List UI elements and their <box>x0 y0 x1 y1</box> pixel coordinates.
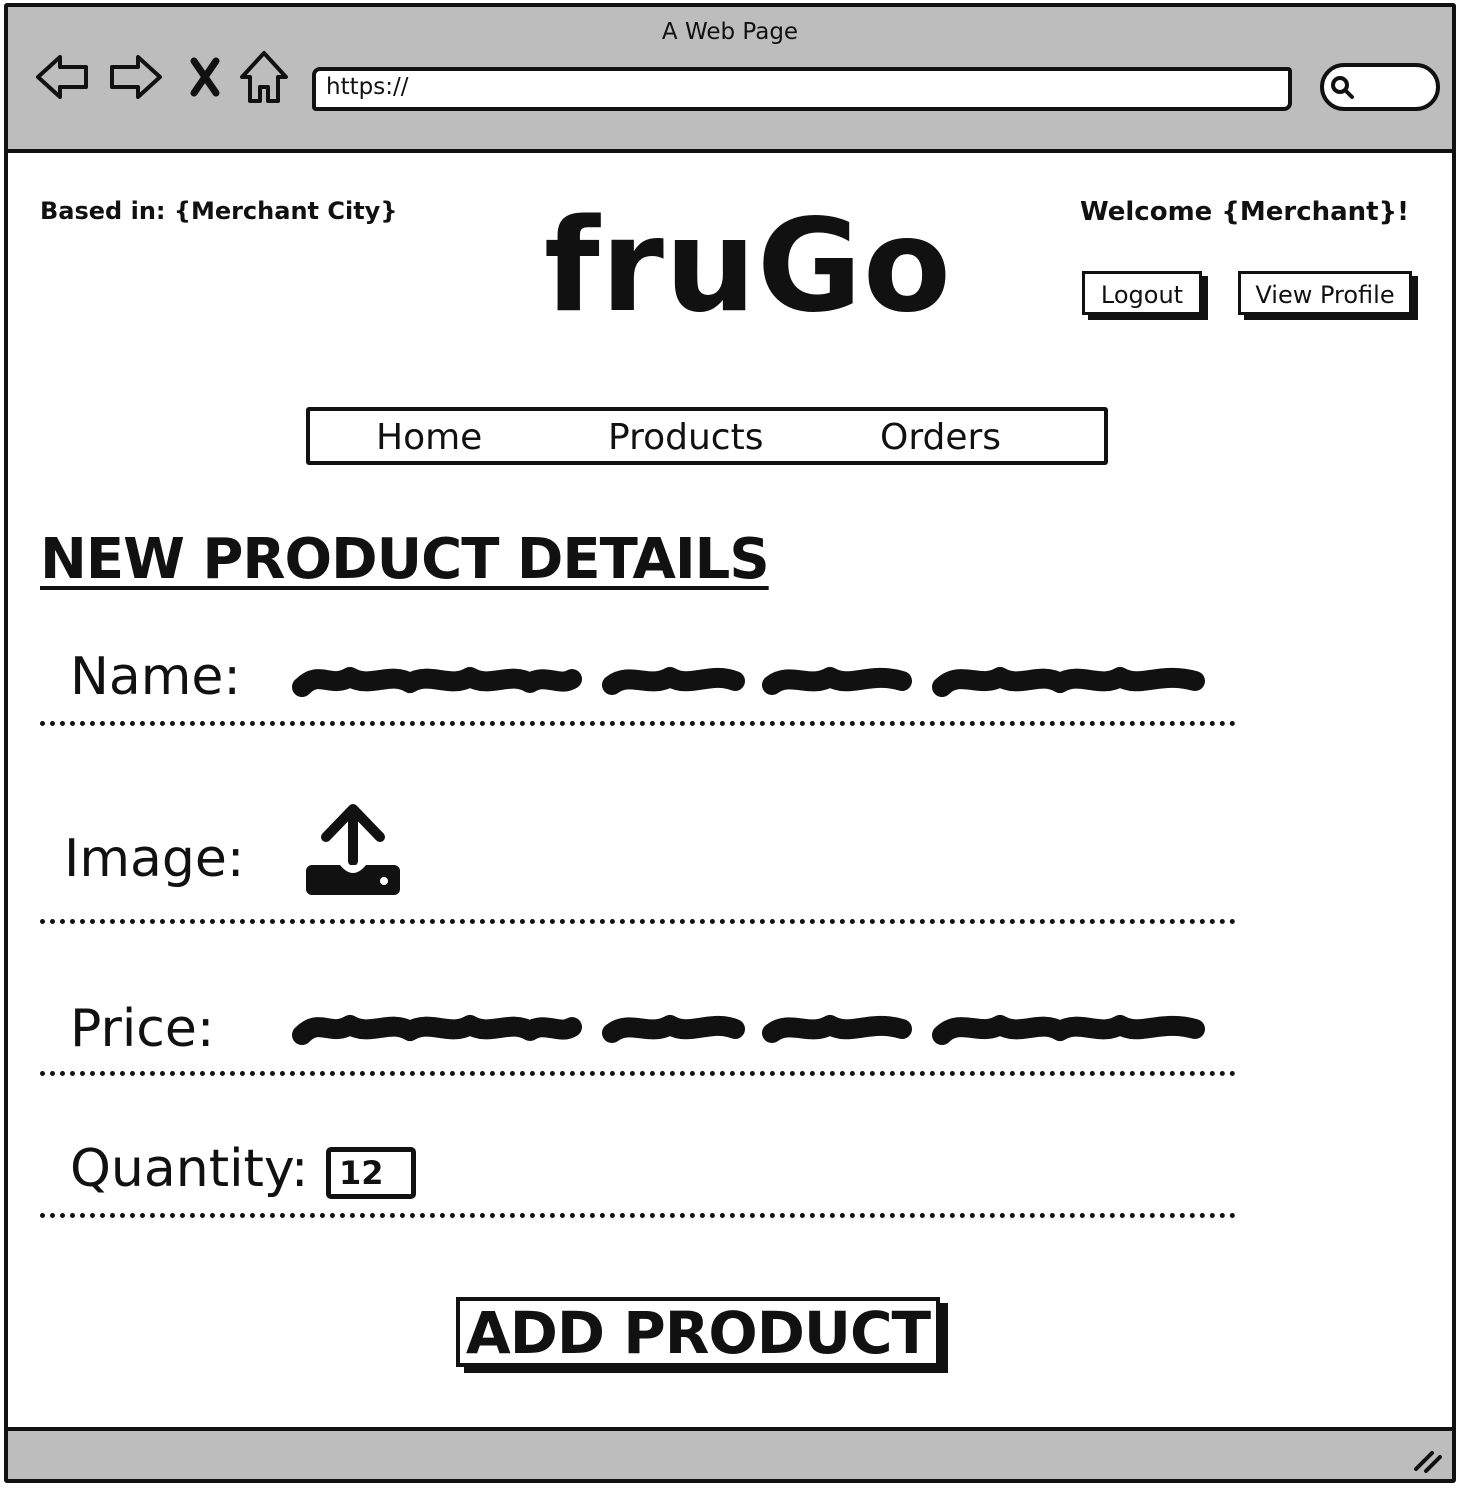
arrow-left-icon[interactable] <box>32 49 92 105</box>
search-input[interactable] <box>1320 63 1440 111</box>
image-label: Image: <box>64 829 245 889</box>
image-divider <box>40 919 1236 924</box>
name-input[interactable] <box>290 659 1210 703</box>
logout-button[interactable]: Logout <box>1082 271 1202 315</box>
name-divider <box>40 721 1236 726</box>
price-divider <box>40 1071 1236 1076</box>
search-icon <box>1331 76 1354 99</box>
price-label: Price: <box>70 999 215 1059</box>
nav-item-orders[interactable]: Orders <box>880 417 1001 458</box>
window-title: A Web Page <box>661 19 799 45</box>
main-nav: Home Products Orders <box>306 407 1108 465</box>
url-text: https:// <box>326 74 409 100</box>
status-bar <box>8 1427 1452 1479</box>
page-title: NEW PRODUCT DETAILS <box>40 527 770 592</box>
price-input[interactable] <box>290 1007 1210 1051</box>
upload-icon[interactable] <box>304 801 402 897</box>
quantity-divider <box>40 1213 1236 1218</box>
browser-window: A Web Page https:// Based in: {Merchant … <box>4 3 1456 1483</box>
app-logo: fruGo <box>544 192 952 341</box>
nav-item-products[interactable]: Products <box>608 417 763 458</box>
url-input[interactable]: https:// <box>312 67 1292 111</box>
arrow-right-icon[interactable] <box>106 49 166 105</box>
view-profile-button[interactable]: View Profile <box>1238 271 1412 315</box>
add-product-button[interactable]: ADD PRODUCT <box>456 1297 940 1367</box>
browser-toolbar: A Web Page https:// <box>8 7 1452 153</box>
quantity-label: Quantity: <box>70 1139 309 1199</box>
welcome-message: Welcome {Merchant}! <box>1080 197 1409 227</box>
quantity-stepper[interactable]: 12 <box>326 1147 416 1199</box>
resize-handle-icon[interactable] <box>1412 1445 1442 1473</box>
close-icon[interactable] <box>188 57 222 97</box>
home-icon[interactable] <box>238 49 290 107</box>
merchant-location: Based in: {Merchant City} <box>40 197 398 225</box>
name-label: Name: <box>70 647 241 707</box>
nav-item-home[interactable]: Home <box>376 417 482 458</box>
